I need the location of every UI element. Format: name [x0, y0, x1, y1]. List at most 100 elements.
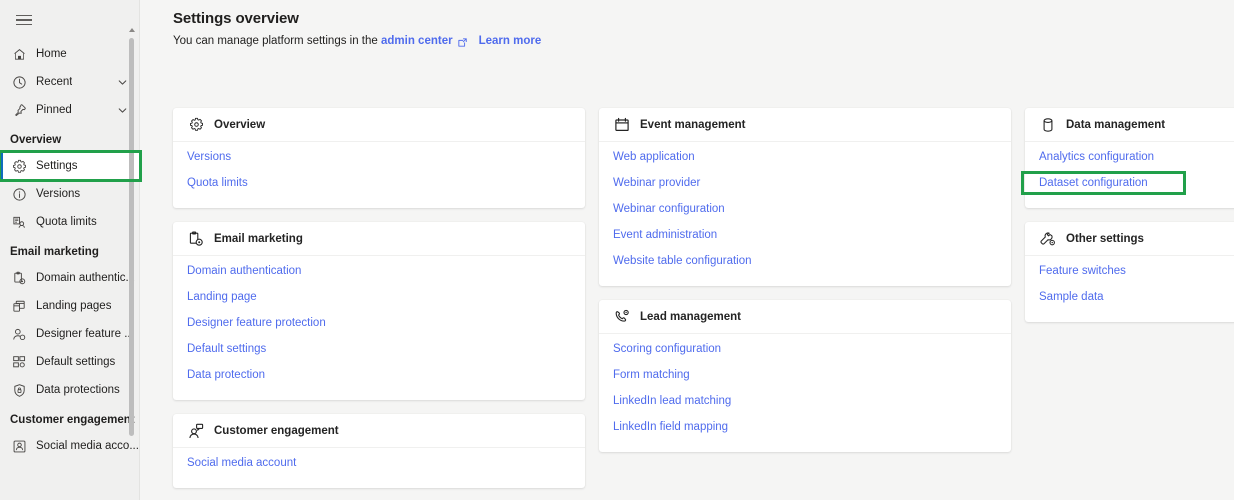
domain-auth-icon — [10, 269, 28, 287]
card-email-marketing: Email marketing Domain authenticationLand… — [173, 222, 585, 400]
default-settings-icon — [10, 353, 28, 371]
sidebar-group-title: Email marketing — [0, 236, 140, 264]
sidebar-item-social-media-acco[interactable]: Social media acco... — [0, 432, 140, 460]
main-content: Settings overview You can manage platfor… — [140, 0, 1234, 500]
sidebar-item-pinned[interactable]: Pinned — [0, 96, 140, 124]
admin-center-link[interactable]: admin center — [381, 35, 453, 47]
sidebar-item-designer-feature[interactable]: Designer feature ... — [0, 320, 140, 348]
card-title: Customer engagement — [214, 425, 339, 437]
sidebar: Home Recent PinnedOverview Settings Versions… — [0, 0, 140, 500]
sidebar-item-label: Data protections — [36, 384, 120, 396]
lead-management-icon — [613, 308, 631, 326]
sidebar-item-label: Versions — [36, 188, 80, 200]
card-link-webinar-configuration[interactable]: Webinar configuration — [599, 196, 739, 222]
shield-icon — [10, 381, 28, 399]
card-title: Lead management — [640, 311, 741, 323]
card-data-management: Data managementAnalytics configurationDa… — [1025, 108, 1234, 208]
home-icon — [10, 45, 28, 63]
social-media-icon — [10, 437, 28, 455]
quota-icon — [10, 213, 28, 231]
card-link-sample-data[interactable]: Sample data — [1025, 284, 1118, 310]
sidebar-group-title: Customer engagement — [0, 404, 140, 432]
settings-column-1: Overview VersionsQuota limits Email market… — [173, 108, 585, 500]
hamburger-bar — [16, 19, 32, 21]
settings-column-3: Data managementAnalytics configurationDa… — [1025, 108, 1234, 500]
gear-icon — [10, 157, 28, 175]
card-link-scoring-configuration[interactable]: Scoring configuration — [599, 336, 735, 362]
card-title: Overview — [214, 119, 265, 131]
card-link-social-media-account[interactable]: Social media account — [173, 450, 310, 476]
card-header: Data management — [1025, 108, 1234, 142]
card-link-website-table-configuration[interactable]: Website table configuration — [599, 248, 766, 274]
card-header: Event management — [599, 108, 1011, 142]
chevron-down-icon[interactable] — [117, 105, 128, 116]
card-title: Email marketing — [214, 233, 303, 245]
external-link-icon — [457, 37, 468, 48]
card-other-settings: Other settings Feature switchesSample dat… — [1025, 222, 1234, 322]
clock-icon — [10, 73, 28, 91]
card-link-event-administration[interactable]: Event administration — [599, 222, 731, 248]
calendar-icon — [613, 116, 631, 134]
card-link-data-protection[interactable]: Data protection — [173, 362, 279, 388]
scrollbar-up-arrow[interactable] — [129, 28, 135, 32]
hamburger-menu[interactable] — [4, 4, 44, 36]
card-customer-engagement: Customer engagement Social media account — [173, 414, 585, 488]
card-link-form-matching[interactable]: Form matching — [599, 362, 704, 388]
app-root: HomeRecentPinnedOverviewSettingsVersions… — [0, 0, 1234, 500]
card-title: Event management — [640, 119, 745, 131]
page-title: Settings overview — [173, 10, 1234, 27]
sidebar-item-default-settings[interactable]: Default settings — [0, 348, 140, 376]
customer-engagement-icon — [187, 422, 205, 440]
card-link-web-application[interactable]: Web application — [599, 144, 709, 170]
learn-more-link[interactable]: Learn more — [479, 35, 542, 47]
card-overview: Overview VersionsQuota limits — [173, 108, 585, 208]
card-header: Lead management — [599, 300, 1011, 334]
pin-icon — [10, 101, 28, 119]
card-link-feature-switches[interactable]: Feature switches — [1025, 258, 1140, 284]
card-link-linkedin-lead-matching[interactable]: LinkedIn lead matching — [599, 388, 745, 414]
email-marketing-icon — [187, 230, 205, 248]
sidebar-item-label: Default settings — [36, 356, 115, 368]
card-link-default-settings[interactable]: Default settings — [173, 336, 280, 362]
sidebar-item-data-protections[interactable]: Data protections — [0, 376, 140, 404]
sidebar-item-label: Recent — [36, 76, 72, 88]
page-header: Settings overview You can manage platfor… — [140, 0, 1234, 47]
card-link-quota-limits[interactable]: Quota limits — [173, 170, 262, 196]
hamburger-bar — [16, 24, 32, 26]
settings-column-2: Event management Web applicationWebinar p… — [599, 108, 1011, 500]
sidebar-item-home[interactable]: Home — [0, 40, 140, 68]
sidebar-item-label: Social media acco... — [36, 440, 139, 452]
card-link-dataset-configuration[interactable]: Dataset configuration — [1025, 170, 1162, 196]
card-link-webinar-provider[interactable]: Webinar provider — [599, 170, 714, 196]
sidebar-item-landing-pages[interactable]: Landing pages — [0, 292, 140, 320]
chevron-down-icon[interactable] — [117, 77, 128, 88]
card-header: Overview — [173, 108, 585, 142]
sidebar-item-label: Settings — [36, 160, 78, 172]
card-link-versions[interactable]: Versions — [173, 144, 245, 170]
card-header: Other settings — [1025, 222, 1234, 256]
sidebar-item-versions[interactable]: Versions — [0, 180, 140, 208]
card-header: Customer engagement — [173, 414, 585, 448]
designer-feature-icon — [10, 325, 28, 343]
card-event-management: Event management Web applicationWebinar p… — [599, 108, 1011, 286]
sidebar-item-label: Domain authentic... — [36, 272, 135, 284]
card-link-landing-page[interactable]: Landing page — [173, 284, 271, 310]
sidebar-item-domain-authentic[interactable]: Domain authentic... — [0, 264, 140, 292]
card-link-domain-authentication[interactable]: Domain authentication — [173, 258, 315, 284]
sidebar-item-label: Designer feature ... — [36, 328, 134, 340]
card-link-designer-feature-protection[interactable]: Designer feature protection — [173, 310, 340, 336]
database-icon — [1039, 116, 1057, 134]
card-title: Other settings — [1066, 233, 1144, 245]
card-link-analytics-configuration[interactable]: Analytics configuration — [1025, 144, 1168, 170]
sidebar-item-settings[interactable]: Settings — [0, 152, 140, 180]
sidebar-group-title: Overview — [0, 124, 140, 152]
hamburger-bar — [16, 15, 32, 17]
settings-columns: Overview VersionsQuota limits Email market… — [173, 108, 1234, 500]
gear-icon — [187, 116, 205, 134]
sidebar-scrollbar-thumb[interactable] — [129, 38, 134, 436]
sidebar-item-quota-limits[interactable]: Quota limits — [0, 208, 140, 236]
landing-pages-icon — [10, 297, 28, 315]
sidebar-item-label: Home — [36, 48, 67, 60]
card-link-linkedin-field-mapping[interactable]: LinkedIn field mapping — [599, 414, 742, 440]
sidebar-item-recent[interactable]: Recent — [0, 68, 140, 96]
